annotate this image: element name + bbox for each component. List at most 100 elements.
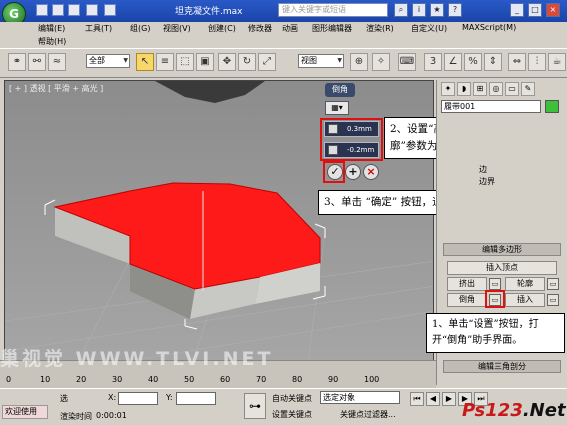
minimize-icon[interactable]: _	[510, 3, 524, 17]
help-icon[interactable]: ?	[448, 3, 462, 17]
angle-snap-icon[interactable]: ∠	[444, 53, 462, 71]
outline-settings-icon[interactable]: ▭	[547, 278, 559, 290]
menu-help[interactable]: 帮助(H)	[38, 36, 66, 47]
render-time-label: 渲染时间	[60, 412, 92, 421]
select-and-rotate-icon[interactable]: ↻	[238, 53, 256, 71]
y-coordinate-input[interactable]	[176, 392, 216, 405]
window-title: 坦克凝文件.max	[175, 7, 243, 17]
render-time-value: 0:00:01	[96, 411, 127, 420]
bevel-caddy-title: 倒角	[325, 83, 355, 97]
stack-item-border[interactable]: 边界	[479, 176, 495, 187]
close-icon[interactable]: ×	[546, 3, 560, 17]
snaps-toggle-icon[interactable]: 3	[424, 53, 442, 71]
keyboard-shortcut-icon[interactable]: ⌨	[398, 53, 416, 71]
timeline-tick: 0	[6, 375, 12, 384]
goto-start-icon[interactable]: ⏮	[410, 392, 424, 406]
reference-coordinate-select[interactable]: 视图	[298, 54, 344, 68]
select-manipulate-icon[interactable]: ✧	[372, 53, 390, 71]
x-label: X:	[108, 393, 117, 402]
undo-icon[interactable]	[86, 4, 98, 16]
menu-maxscript[interactable]: MAXScript(M)	[462, 23, 516, 32]
search-input[interactable]: 键入关键字或短语	[278, 3, 388, 17]
timeline-tick: 10	[40, 375, 51, 384]
bevel-settings-highlight	[485, 290, 505, 308]
menu-customize[interactable]: 自定义(U)	[411, 23, 447, 34]
menu-edit[interactable]: 编辑(E)	[38, 23, 65, 34]
timeline-tick: 70	[256, 375, 267, 384]
play-icon[interactable]: ▶	[442, 392, 456, 406]
extrude-settings-icon[interactable]: ▭	[489, 278, 501, 290]
menu-graph-editors[interactable]: 图形编辑器	[312, 23, 352, 34]
key-mode-icon[interactable]: ⊶	[244, 393, 266, 419]
window-crossing-icon[interactable]: ▣	[196, 53, 214, 71]
rectangular-selection-icon[interactable]: ⬚	[176, 53, 194, 71]
edit-poly-rollout[interactable]: 编辑多边形	[443, 243, 561, 256]
mirror-icon[interactable]: ⇔	[508, 53, 526, 71]
insert-vertex-button[interactable]: 插入顶点	[447, 261, 557, 275]
select-and-scale-icon[interactable]: ⤢	[258, 53, 276, 71]
select-by-name-icon[interactable]: ≡	[156, 53, 174, 71]
bind-space-warp-icon[interactable]: ≈	[48, 53, 66, 71]
pivot-center-icon[interactable]: ⊕	[350, 53, 368, 71]
timeline-tick: 20	[76, 375, 87, 384]
timeline-tick: 80	[292, 375, 303, 384]
select-and-move-icon[interactable]: ✥	[218, 53, 236, 71]
menu-rendering[interactable]: 渲染(R)	[366, 23, 394, 34]
hierarchy-tab-icon[interactable]: ⊞	[473, 82, 487, 96]
utilities-tab-icon[interactable]: ✎	[521, 82, 535, 96]
menu-bar: 编辑(E) 工具(T) 组(G) 视图(V) 创建(C) 修改器 动画 图形编辑…	[0, 22, 567, 48]
bevel-type-dropdown[interactable]: ▦▾	[325, 101, 349, 115]
object-name-field[interactable]: 履带001	[441, 100, 541, 113]
open-file-icon[interactable]	[52, 4, 64, 16]
align-icon[interactable]: ⫶	[528, 53, 546, 71]
modify-tab-icon[interactable]: ◗	[457, 82, 471, 96]
apply-plus-icon[interactable]: +	[345, 164, 361, 180]
menu-tools[interactable]: 工具(T)	[85, 23, 112, 34]
stack-item-edge[interactable]: 边	[479, 164, 487, 175]
timeline-tick: 60	[220, 375, 231, 384]
render-icon[interactable]: ☕	[548, 53, 566, 71]
set-key-button[interactable]: 设置关键点	[272, 409, 312, 420]
motion-tab-icon[interactable]: ◎	[489, 82, 503, 96]
key-filters-button[interactable]: 关键点过滤器...	[340, 409, 396, 420]
display-tab-icon[interactable]: ▭	[505, 82, 519, 96]
viewport-label[interactable]: [ + ] 透视 [ 平滑 + 高光 ]	[9, 83, 103, 94]
edit-triangulation-button[interactable]: 编辑三角剖分	[443, 360, 561, 373]
selection-filter-select[interactable]: 全部	[86, 54, 130, 68]
redo-icon[interactable]	[104, 4, 116, 16]
menu-group[interactable]: 组(G)	[130, 23, 150, 34]
create-tab-icon[interactable]: ✦	[441, 82, 455, 96]
unlink-icon[interactable]: ⚯	[28, 53, 46, 71]
welcome-field[interactable]: 欢迎使用	[2, 405, 48, 419]
perspective-viewport[interactable]: [ + ] 透视 [ 平滑 + 高光 ] 倒角 ▦▾ 0.3mm -0.2mm …	[4, 80, 434, 385]
extrude-button[interactable]: 挤出	[447, 277, 487, 291]
menu-view[interactable]: 视图(V)	[163, 23, 191, 34]
menu-modifiers[interactable]: 修改器	[248, 23, 272, 34]
percent-snap-icon[interactable]: %	[464, 53, 482, 71]
outline-button[interactable]: 轮廓	[505, 277, 545, 291]
timeline-tick: 40	[148, 375, 159, 384]
star-icon[interactable]: ★	[430, 3, 444, 17]
inset-button[interactable]: 插入	[505, 293, 545, 307]
new-file-icon[interactable]	[36, 4, 48, 16]
y-label: Y:	[166, 393, 173, 402]
link-icon[interactable]: ⚭	[8, 53, 26, 71]
selected-object-select[interactable]: 选定对象	[320, 391, 400, 404]
cancel-x-icon[interactable]: ×	[363, 164, 379, 180]
timeline-tick: 100	[364, 375, 380, 384]
x-coordinate-input[interactable]	[118, 392, 158, 405]
info-icon[interactable]: i	[412, 3, 426, 17]
object-color-swatch[interactable]	[545, 100, 559, 113]
bevel-button[interactable]: 倒角	[447, 293, 487, 307]
menu-create[interactable]: 创建(C)	[208, 23, 236, 34]
inset-settings-icon[interactable]: ▭	[547, 294, 559, 306]
watermark-right: Ps123.Net	[462, 400, 566, 421]
maximize-icon[interactable]: □	[528, 3, 542, 17]
prev-frame-icon[interactable]: ◀	[426, 392, 440, 406]
search-icon[interactable]: ⌕	[394, 3, 408, 17]
spinner-snap-icon[interactable]: ⇕	[484, 53, 502, 71]
save-file-icon[interactable]	[68, 4, 80, 16]
select-object-icon[interactable]: ↖	[136, 53, 154, 71]
auto-key-button[interactable]: 自动关键点	[272, 393, 312, 404]
menu-animation[interactable]: 动画	[282, 23, 298, 34]
